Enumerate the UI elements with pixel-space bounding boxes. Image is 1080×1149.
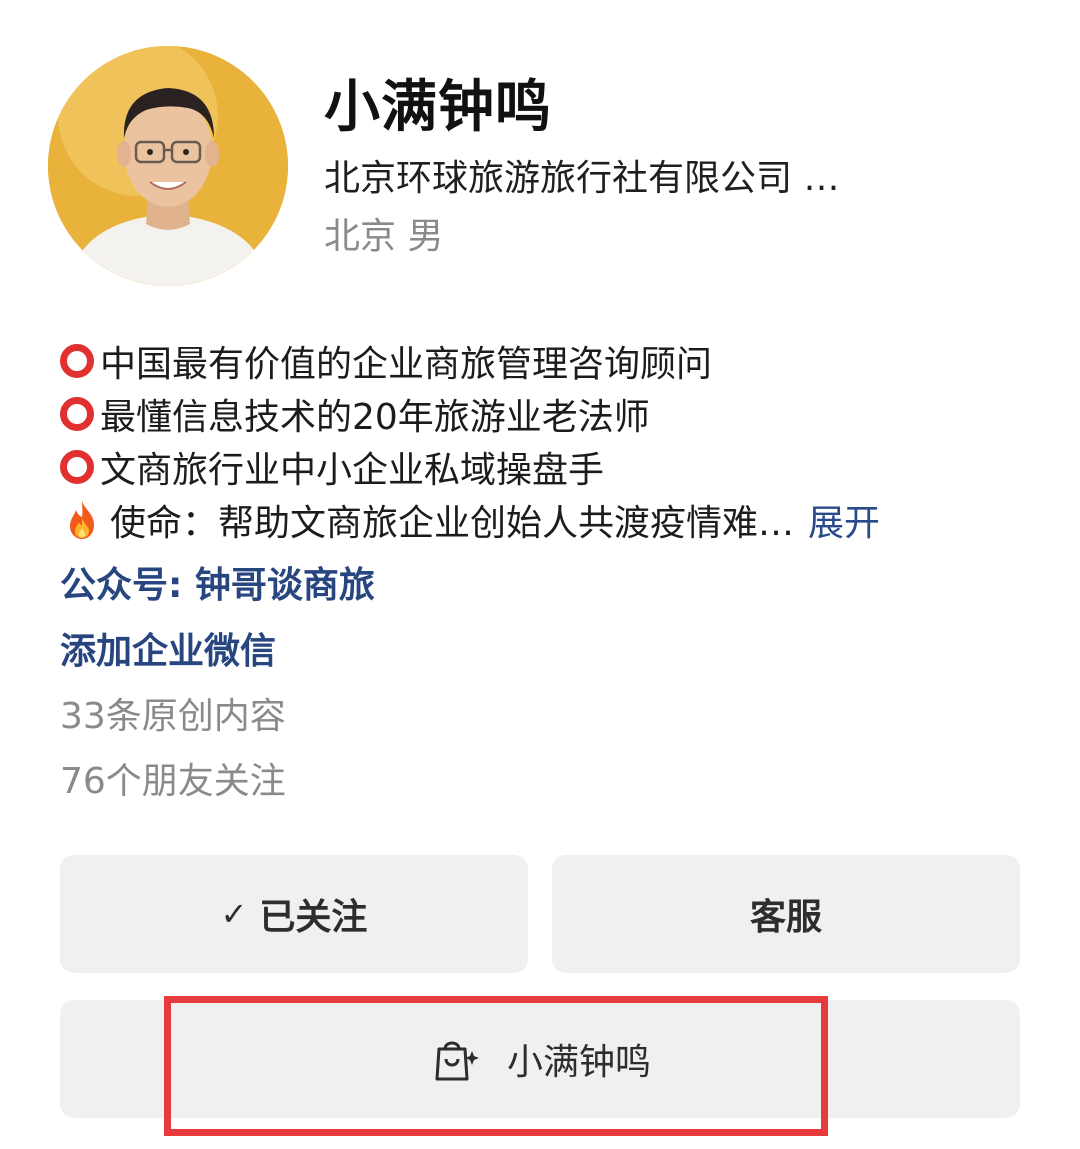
bio-text: 最懂信息技术的20年旅游业老法师 xyxy=(100,396,650,438)
check-icon: ✓ xyxy=(220,895,248,933)
red-circle-icon xyxy=(60,343,94,378)
red-circle-icon xyxy=(60,396,94,431)
bio-line: 文商旅行业中小企业私域操盘手 xyxy=(60,440,1030,493)
bio-text: 文商旅行业中小企业私域操盘手 xyxy=(100,449,605,491)
bio: 中国最有价值的企业商旅管理咨询顾问 最懂信息技术的20年旅游业老法师 文商旅行业… xyxy=(60,334,1030,546)
expand-link[interactable]: 展开 xyxy=(808,494,880,546)
shop-button[interactable]: 小满钟鸣 xyxy=(60,1000,1020,1118)
location-gender: 北京 男 xyxy=(324,216,444,257)
friends-following-count[interactable]: 76个朋友关注 xyxy=(60,757,286,807)
bio-line: 使命：帮助文商旅企业创始人共渡疫情难… 展开 xyxy=(60,493,1030,546)
bio-line: 最懂信息技术的20年旅游业老法师 xyxy=(60,387,1030,440)
official-account-link[interactable]: 公众号: 钟哥谈商旅 xyxy=(60,561,375,611)
customer-service-label: 客服 xyxy=(749,897,822,938)
avatar[interactable] xyxy=(48,46,288,286)
customer-service-button[interactable]: 客服 xyxy=(552,855,1020,973)
bio-line: 中国最有价值的企业商旅管理咨询顾问 xyxy=(60,334,1030,387)
bio-text: 中国最有价值的企业商旅管理咨询顾问 xyxy=(100,343,713,385)
bio-text: 使命：帮助文商旅企业创始人共渡疫情难… xyxy=(110,502,795,544)
followed-button[interactable]: ✓ 已关注 xyxy=(60,855,528,973)
profile-name: 小满钟鸣 xyxy=(324,75,552,140)
fire-icon xyxy=(70,500,94,539)
red-circle-icon xyxy=(60,449,94,484)
add-wechat-link[interactable]: 添加企业微信 xyxy=(60,627,276,677)
company-name[interactable]: 北京环球旅游旅行社有限公司 … xyxy=(324,154,839,204)
original-content-count[interactable]: 33条原创内容 xyxy=(60,692,286,742)
shop-label: 小满钟鸣 xyxy=(506,1042,651,1083)
followed-label: 已关注 xyxy=(259,897,368,938)
shopping-bag-sparkle-icon xyxy=(435,1041,479,1081)
